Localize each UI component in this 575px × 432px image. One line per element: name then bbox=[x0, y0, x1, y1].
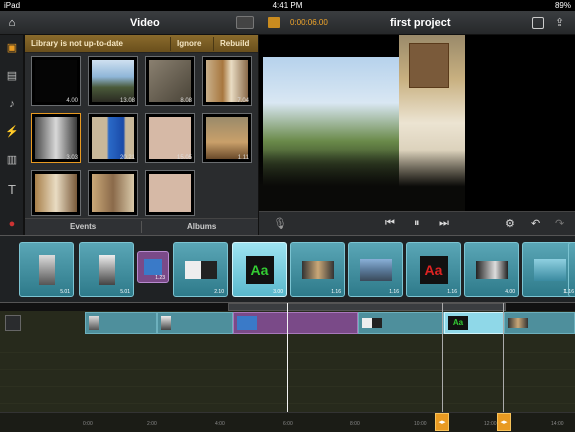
trim-line-end bbox=[503, 303, 504, 412]
trim-start-handle[interactable]: ◂▸ bbox=[435, 413, 449, 431]
share-icon[interactable]: ⇪ bbox=[555, 16, 564, 29]
settings-icon[interactable]: ⚙ bbox=[505, 217, 515, 230]
media-thumb[interactable]: 15.05 bbox=[145, 113, 195, 163]
storyboard-clip[interactable]: 5.01 bbox=[79, 242, 134, 297]
transitions-icon[interactable]: ▥ bbox=[5, 153, 19, 167]
trim-line-start bbox=[442, 303, 443, 412]
media-thumb[interactable]: 3.03 bbox=[31, 113, 81, 163]
music-icon[interactable]: ♪ bbox=[5, 97, 19, 111]
tab-events[interactable]: Events bbox=[70, 222, 96, 231]
rebuild-button[interactable]: Rebuild bbox=[213, 37, 255, 51]
project-title: first project bbox=[390, 17, 451, 29]
media-thumb[interactable]: 4.00 bbox=[31, 56, 81, 106]
ruler-tick: 4:00 bbox=[215, 421, 225, 427]
media-library: Library is not up-to-date Ignore Rebuild… bbox=[25, 35, 258, 218]
transport-controls: 🎙 ⏮ ⏸ ⏭ ⚙ ↶ ↷ bbox=[259, 211, 575, 235]
media-thumb[interactable]: 7.04 bbox=[202, 56, 252, 106]
library-notice-bar: Library is not up-to-date Ignore Rebuild bbox=[25, 35, 258, 53]
video-icon[interactable]: ▣ bbox=[5, 41, 19, 55]
storyboard-clip[interactable]: 2.10 bbox=[173, 242, 228, 297]
home-icon[interactable]: ⌂ bbox=[5, 16, 19, 30]
effects-icon[interactable]: ⚡ bbox=[5, 125, 19, 139]
library-tabs: Events Albums bbox=[25, 218, 258, 235]
ruler-tick: 10:00 bbox=[414, 421, 427, 427]
time-ruler[interactable]: 0:00 2:00 4:00 6:00 8:00 10:00 12:00 14:… bbox=[0, 412, 575, 432]
storyboard: 5.01 5.01 1.23 2.10 Aa 3.00 1.16 1.16 Aa 1… bbox=[0, 235, 575, 303]
microphone-icon[interactable]: 🎙 bbox=[273, 217, 287, 230]
skip-back-button[interactable]: ⏮ bbox=[385, 217, 395, 230]
storyboard-clip[interactable]: Aa 3.00 bbox=[232, 242, 287, 297]
title-icon[interactable]: T bbox=[5, 183, 19, 197]
pause-button[interactable]: ⏸ bbox=[414, 217, 420, 230]
undo-icon[interactable]: ↶ bbox=[531, 217, 540, 230]
playhead[interactable] bbox=[287, 303, 288, 412]
storyboard-clip[interactable]: Aa 1.16 bbox=[406, 242, 461, 297]
ruler-tick: 2:00 bbox=[147, 421, 157, 427]
media-thumb[interactable]: 8.08 bbox=[145, 56, 195, 106]
redo-icon[interactable]: ↷ bbox=[555, 217, 564, 230]
library-notice: Library is not up-to-date bbox=[31, 39, 123, 48]
media-thumb[interactable]: 20.21 bbox=[88, 113, 138, 163]
library-title: Video bbox=[130, 17, 160, 29]
tab-divider bbox=[141, 221, 142, 233]
edit-icon[interactable] bbox=[532, 17, 544, 29]
tab-albums[interactable]: Albums bbox=[187, 222, 216, 231]
media-thumb[interactable] bbox=[88, 170, 138, 216]
status-bar: iPad 4:41 PM 89% bbox=[0, 0, 575, 11]
track-clip[interactable] bbox=[233, 312, 358, 334]
ruler-tick: 14:00 bbox=[551, 421, 564, 427]
ruler-tick: 12:00 bbox=[484, 421, 497, 427]
timecode-display: 0:00:06.00 bbox=[290, 18, 328, 27]
record-icon[interactable]: ● bbox=[5, 217, 19, 231]
media-thumb[interactable]: 1.11 bbox=[202, 113, 252, 163]
track-clip[interactable] bbox=[504, 312, 575, 334]
storyboard-clip[interactable]: 1.16 bbox=[348, 242, 403, 297]
track-clip[interactable] bbox=[85, 312, 157, 334]
storyboard-clip[interactable]: 1.16 bbox=[290, 242, 345, 297]
storyboard-clip[interactable]: 1.16 bbox=[564, 242, 575, 297]
preview-shelf bbox=[409, 43, 449, 88]
film-icon[interactable] bbox=[268, 17, 280, 28]
video-preview[interactable] bbox=[259, 35, 575, 211]
photo-icon[interactable]: ▤ bbox=[5, 69, 19, 83]
ruler-tick: 0:00 bbox=[83, 421, 93, 427]
media-type-sidebar: ▣ ▤ ♪ ⚡ ▥ T ● bbox=[0, 35, 24, 235]
ruler-tick: 8:00 bbox=[350, 421, 360, 427]
timeline-viewport-handle[interactable] bbox=[228, 303, 506, 311]
storyboard-clip[interactable]: 4.00 bbox=[464, 242, 519, 297]
trim-end-handle[interactable]: ◂▸ bbox=[497, 413, 511, 431]
skip-forward-button[interactable]: ⏭ bbox=[439, 217, 449, 230]
media-thumb[interactable]: 13.08 bbox=[88, 56, 138, 106]
track-clip[interactable]: Aa bbox=[444, 312, 504, 334]
track-clip[interactable] bbox=[157, 312, 233, 334]
ruler-tick: 6:00 bbox=[283, 421, 293, 427]
media-thumb[interactable] bbox=[31, 170, 81, 216]
app-header: ⌂ Video 0:00:06.00 first project ⇪ bbox=[0, 11, 575, 35]
ignore-button[interactable]: Ignore bbox=[170, 37, 207, 51]
preview-foreground bbox=[259, 150, 465, 211]
storyboard-clip[interactable]: 5.01 bbox=[19, 242, 74, 297]
clock: 4:41 PM bbox=[272, 1, 303, 10]
track-clip[interactable] bbox=[358, 312, 444, 334]
media-thumb[interactable] bbox=[145, 170, 195, 216]
grid-view-icon[interactable] bbox=[236, 16, 254, 29]
storyboard-clip[interactable]: 1.23 bbox=[137, 251, 169, 283]
